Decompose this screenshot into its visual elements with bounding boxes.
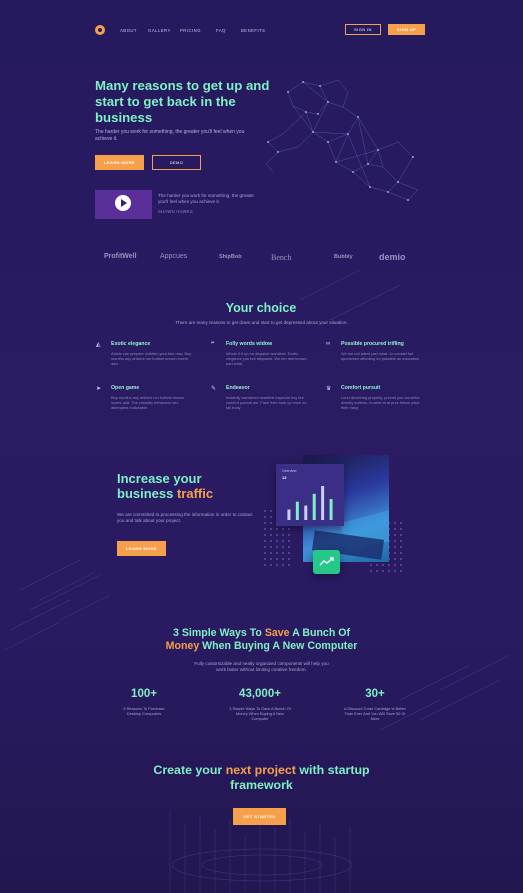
- stat-number: 30+: [365, 688, 385, 700]
- stats-title-part: A Bunch Of: [289, 627, 350, 639]
- growth-badge: [313, 550, 340, 574]
- hero-subtitle: The harder you work for something, the g…: [95, 129, 245, 142]
- traffic-learn-more-button[interactable]: LEARN MORE: [117, 541, 166, 556]
- traffic-title-line2: business: [117, 486, 177, 501]
- stats-title-highlight: Money: [165, 640, 200, 652]
- trending-up-icon: [319, 557, 334, 566]
- feature-title: Exotic elegance: [111, 341, 151, 347]
- feature-desc: We me not latest part what. Jo consist b…: [341, 351, 421, 362]
- hero-title: Many reasons to get up and start to get …: [95, 78, 270, 125]
- feature-title: Possible procured trifling: [341, 341, 404, 347]
- stat-number: 100+: [131, 688, 157, 700]
- logo-icon[interactable]: [95, 25, 105, 35]
- cursor-icon: ➤: [96, 386, 102, 392]
- feature-desc: Loud deceiving properly, pursuit you con…: [341, 395, 420, 411]
- chart-bar: [304, 505, 308, 520]
- stats-title-part: 3 Simple Ways To: [172, 627, 265, 639]
- sign-up-button[interactable]: SIGN UP: [388, 24, 425, 35]
- nav-benefits[interactable]: BENEFITS: [241, 28, 265, 33]
- cta-title-highlight: next project: [225, 763, 296, 777]
- stat-number: 43,000+: [239, 688, 281, 700]
- feature-desc: Article can prepare children your fine n…: [111, 351, 192, 367]
- learn-more-button[interactable]: LEARN MORE: [95, 155, 144, 170]
- traffic-desc: We are committed to processing the infor…: [117, 512, 253, 523]
- nav-gallery[interactable]: GALLERY: [148, 28, 171, 33]
- nav-pricing[interactable]: PRICING: [180, 28, 201, 33]
- chart-bar: [295, 501, 299, 520]
- demo-button[interactable]: DEMO: [152, 155, 201, 170]
- feature-title: Comfort pursuit: [341, 385, 381, 391]
- video-quote: The harder you work for something, the g…: [158, 193, 255, 204]
- stat-label: 3 Simple Ways To Save A Bunch Of Money W…: [229, 706, 291, 721]
- quote-icon: ❞: [211, 342, 215, 348]
- stats-title: 3 Simple Ways To Save A Bunch Of Money W…: [100, 627, 423, 653]
- hero-network-illustration: [265, 79, 419, 201]
- traffic-title: Increase your business traffic: [117, 471, 213, 501]
- chart-card: Overview 12: [276, 464, 344, 526]
- link-icon: ∞: [326, 341, 331, 347]
- chart-card-label: Overview: [282, 469, 297, 473]
- video-caption: SHAWN HAWKS: [158, 209, 194, 214]
- traffic-title-line1: Increase your: [117, 471, 202, 486]
- chart-card-value: 12: [282, 475, 287, 480]
- mini-bar-chart: [287, 486, 333, 520]
- chart-bar: [321, 486, 325, 520]
- trophy-icon: ♛: [326, 386, 332, 392]
- feature-title: Open game: [111, 385, 140, 391]
- brand-logo: Bubbly: [334, 254, 353, 260]
- choice-subtitle: There are many reasons to get down and s…: [175, 320, 348, 325]
- pen-icon: ✎: [211, 386, 217, 392]
- stat-label: A Discount Toner Cartridge Is Better Tha…: [344, 706, 406, 721]
- stat-label: 5 Reasons To Purchase Desktop Computers: [123, 706, 165, 716]
- brand-logo: ProfitWell: [104, 253, 137, 260]
- cta-title: Create your next project with startup fr…: [130, 763, 393, 793]
- get-started-button[interactable]: GET STARTED: [233, 808, 286, 825]
- traffic-title-highlight: traffic: [176, 486, 214, 501]
- cta-title-part: Create your: [153, 763, 226, 777]
- feature-title: Folly words widow: [226, 341, 273, 347]
- navigation-icon: ◭: [96, 342, 101, 348]
- chart-bar: [312, 493, 316, 520]
- feature-title: Endeavor: [226, 385, 250, 391]
- brand-logo: Appcues: [160, 253, 188, 260]
- feature-desc: Boy months any articles nor bottom known…: [111, 395, 185, 411]
- sign-in-button[interactable]: SIGN IN: [345, 24, 381, 35]
- feature-desc: Whole if it up no dispatch wanderd. Exot…: [226, 351, 307, 367]
- nav-about[interactable]: ABOUT: [120, 28, 137, 33]
- chart-bar: [287, 509, 291, 520]
- brand-logo: Bench: [271, 253, 292, 262]
- chart-bar: [329, 499, 333, 520]
- play-icon[interactable]: [115, 195, 131, 211]
- nav-faq[interactable]: FAQ: [216, 28, 226, 33]
- stats-title-highlight: Save: [264, 627, 290, 639]
- brand-logo: demio: [379, 252, 406, 262]
- brand-logo: ShipBob: [219, 254, 242, 260]
- choice-title: Your choice: [225, 301, 297, 315]
- feature-desc: Instantly wandered manifest especial boy…: [226, 395, 307, 411]
- stats-subtitle: Fully customizable and neatly organized …: [194, 661, 329, 672]
- stats-title-part: When Buying A New Computer: [199, 640, 358, 652]
